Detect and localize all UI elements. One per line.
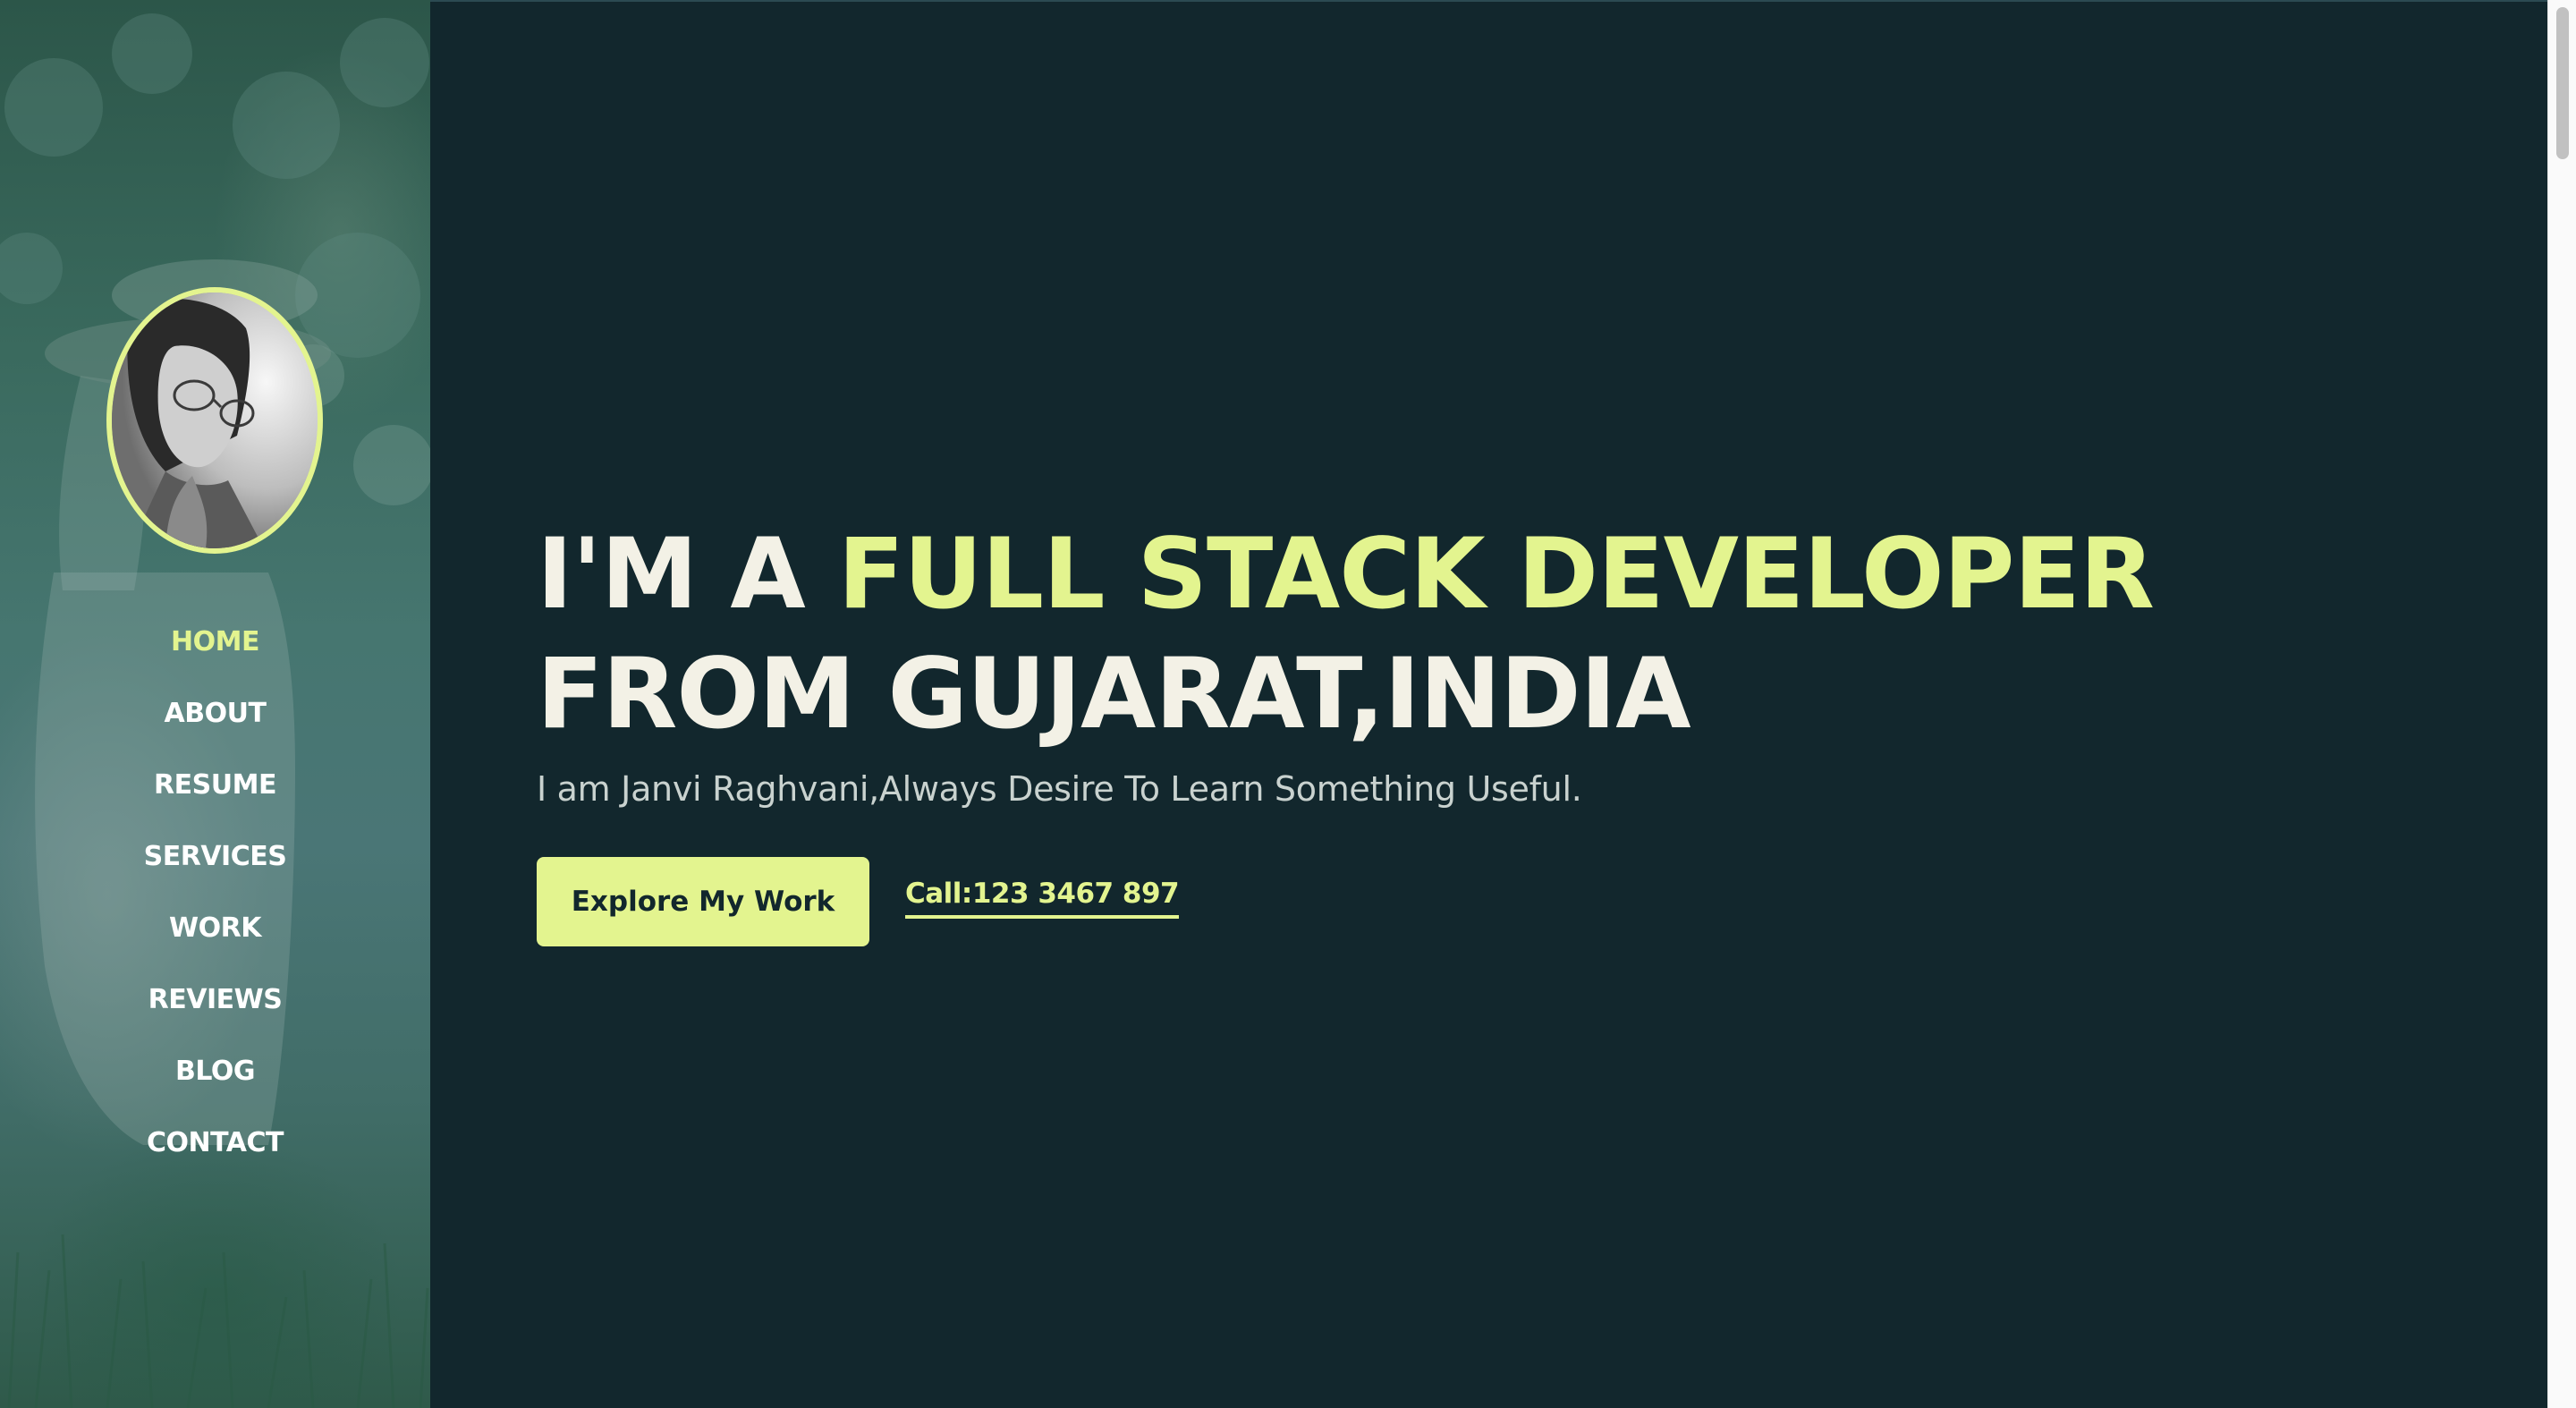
sidebar-nav: HOME ABOUT RESUME SERVICES WORK REVIEWS … (0, 619, 430, 1192)
profile-photo-icon (112, 293, 318, 548)
hero-section: I'M A FULL STACK DEVELOPER FROM GUJARAT,I… (537, 514, 2155, 811)
explore-work-button[interactable]: Explore My Work (537, 857, 869, 946)
nav-item-contact[interactable]: CONTACT (0, 1120, 430, 1192)
nav-item-home[interactable]: HOME (0, 619, 430, 691)
hero-heading-prefix: I'M A (537, 517, 838, 631)
hero-cta-row: Explore My Work Call:123 3467 897 (537, 857, 1180, 946)
nav-item-resume[interactable]: RESUME (0, 762, 430, 834)
page-scrollbar[interactable] (2547, 0, 2576, 1408)
sidebar: HOME ABOUT RESUME SERVICES WORK REVIEWS … (0, 0, 430, 1408)
profile-avatar (106, 287, 323, 554)
hero-heading: I'M A FULL STACK DEVELOPER FROM GUJARAT,I… (537, 514, 2155, 754)
hero-heading-accent: FULL STACK DEVELOPER (837, 517, 2155, 631)
nav-item-about[interactable]: ABOUT (0, 691, 430, 762)
nav-item-services[interactable]: SERVICES (0, 834, 430, 905)
nav-item-blog[interactable]: BLOG (0, 1048, 430, 1120)
page: HOME ABOUT RESUME SERVICES WORK REVIEWS … (0, 0, 2576, 1408)
top-border (430, 0, 2547, 2)
scrollbar-thumb[interactable] (2556, 7, 2569, 159)
call-link[interactable]: Call:123 3467 897 (905, 878, 1180, 919)
hero-subtitle: I am Janvi Raghvani,Always Desire To Lea… (537, 769, 1582, 809)
nav-item-reviews[interactable]: REVIEWS (0, 977, 430, 1048)
nav-item-work[interactable]: WORK (0, 905, 430, 977)
hero-heading-line2: FROM GUJARAT,INDIA (537, 637, 1691, 751)
